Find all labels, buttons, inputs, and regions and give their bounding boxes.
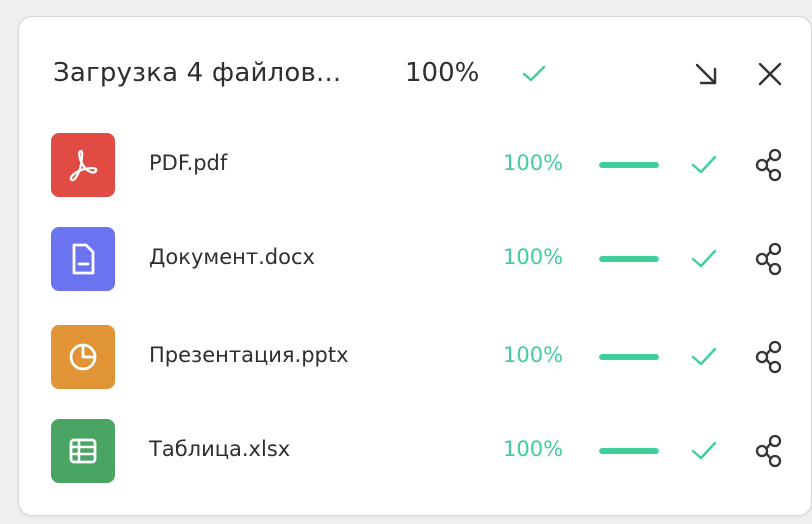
document-icon [51,227,115,291]
share-icon[interactable] [753,433,785,469]
file-percent: 100% [503,151,564,175]
collapse-arrow-icon[interactable] [689,57,723,91]
file-name: Презентация.pptx [149,343,349,367]
upload-title: Загрузка 4 файлов... [53,58,342,88]
share-icon[interactable] [753,147,785,183]
progress-bar [599,354,659,360]
progress-bar [599,162,659,168]
check-icon [691,249,717,268]
file-percent: 100% [503,245,564,269]
file-row: Презентация.pptx 100% [19,317,811,397]
close-icon[interactable] [753,57,787,91]
share-icon[interactable] [753,339,785,375]
upload-panel: Загрузка 4 файлов... 100% PDF.pdf 100% Д… [18,16,812,516]
progress-fill [599,354,659,360]
progress-bar [599,256,659,262]
check-icon [691,347,717,366]
pie-chart-icon [51,325,115,389]
pdf-icon [51,133,115,197]
progress-fill [599,256,659,262]
file-row: PDF.pdf 100% [19,125,811,205]
share-icon[interactable] [753,241,785,277]
file-row: Таблица.xlsx 100% [19,411,811,491]
check-icon [691,441,717,460]
overall-percent: 100% [405,58,480,88]
upload-header: Загрузка 4 файлов... 100% [19,17,811,135]
file-name: PDF.pdf [149,151,228,175]
file-name: Таблица.xlsx [149,437,291,461]
file-percent: 100% [503,437,564,461]
progress-fill [599,162,659,168]
file-percent: 100% [503,343,564,367]
check-icon [691,155,717,174]
table-icon [51,419,115,483]
progress-bar [599,448,659,454]
check-icon [522,65,546,82]
file-name: Документ.docx [149,245,315,269]
progress-fill [599,448,659,454]
file-row: Документ.docx 100% [19,219,811,299]
